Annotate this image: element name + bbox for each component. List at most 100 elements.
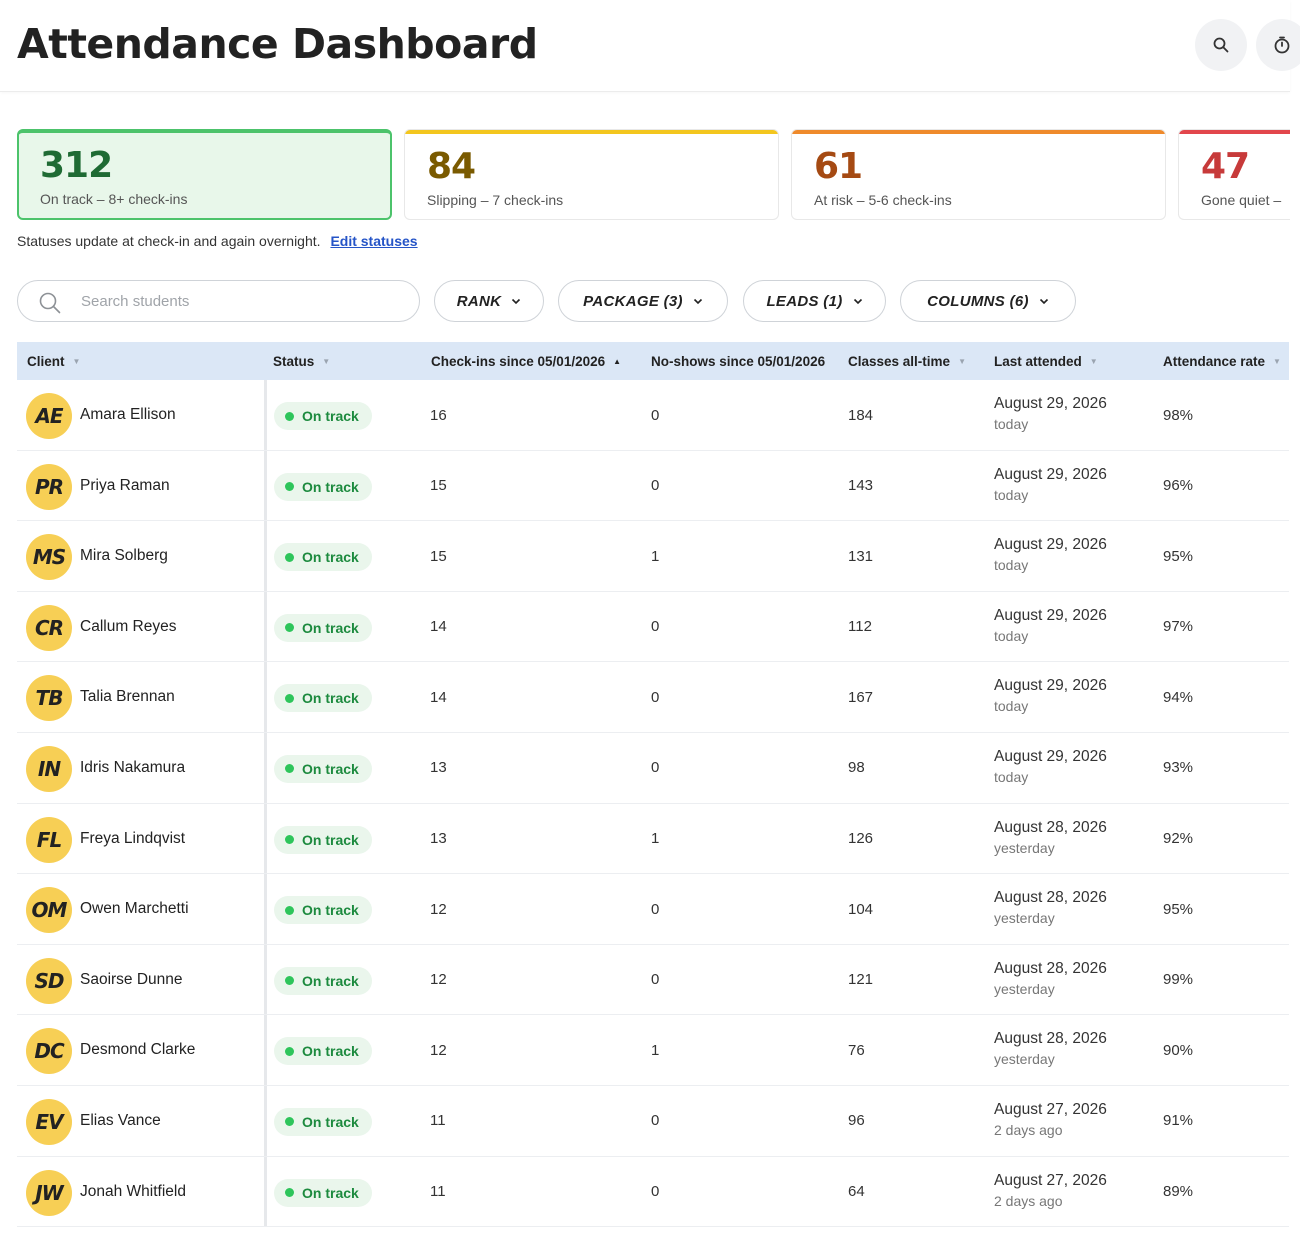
table-row[interactable]: EV Elias Vance On track 11 0 96 August 2… <box>17 1085 1289 1157</box>
table-row[interactable]: OM Owen Marchetti On track 12 0 104 Augu… <box>17 874 1289 945</box>
avatar[interactable]: OM <box>26 887 72 934</box>
client-name[interactable]: Desmond Clarke <box>80 1015 195 1085</box>
client-name[interactable]: Talia Brennan <box>80 662 175 732</box>
column-header-status[interactable]: Status ▼ <box>273 342 330 380</box>
rank-filter[interactable]: RANK <box>434 280 544 322</box>
last-attended: August 27, 2026 2 days ago <box>994 1171 1107 1211</box>
last-attended: August 27, 2026 2 days ago <box>994 1100 1107 1140</box>
last-attended-relative: 2 days ago <box>994 1121 1063 1138</box>
avatar[interactable]: JW <box>26 1169 72 1216</box>
column-header-last-attended[interactable]: Last attended ▼ <box>994 342 1098 380</box>
column-header-attendance-rate[interactable]: Attendance rate ▼ <box>1163 342 1281 380</box>
client-name[interactable]: Saoirse Dunne <box>80 945 183 1015</box>
column-header-checkins[interactable]: Check-ins since 05/01/2026 ▲ <box>431 342 621 380</box>
client-name[interactable]: Elias Vance <box>80 1086 161 1156</box>
table-row[interactable]: DC Desmond Clarke On track 12 1 76 Augus… <box>17 1015 1289 1086</box>
client-name[interactable]: Owen Marchetti <box>80 874 189 944</box>
checkins-value: 12 <box>430 900 447 918</box>
status-badge: On track <box>274 613 372 642</box>
search-icon <box>1213 37 1229 53</box>
search-input[interactable]: Search students <box>17 280 420 322</box>
chevron-down-icon <box>693 298 702 304</box>
avatar[interactable]: DC <box>26 1028 72 1075</box>
noshows-value: 0 <box>651 759 660 777</box>
table-row[interactable]: MS Mira Solberg On track 15 1 131 August… <box>17 521 1289 592</box>
timer-icon <box>1274 36 1290 54</box>
status-text: On track <box>302 1043 359 1060</box>
table-row[interactable]: JW Jonah Whitfield On track 11 0 64 Augu… <box>17 1156 1289 1228</box>
column-header-client[interactable]: Client ▼ <box>27 342 80 380</box>
avatar[interactable]: AE <box>26 393 72 439</box>
sort-icon: ▼ <box>958 356 966 366</box>
package-filter[interactable]: PACKAGE (3) <box>558 280 728 322</box>
status-dot-icon <box>285 976 294 986</box>
summary-card-gone-quiet[interactable]: 47 Gone quiet – <box>1178 129 1290 220</box>
attendance-rate-value: 95% <box>1163 547 1194 565</box>
classes-value: 104 <box>848 900 874 918</box>
chevron-down-icon <box>1039 298 1048 304</box>
last-attended: August 29, 2026 today <box>994 606 1107 646</box>
client-name[interactable]: Freya Lindqvist <box>80 804 185 874</box>
client-name[interactable]: Mira Solberg <box>80 521 168 591</box>
client-name[interactable]: Amara Ellison <box>80 380 176 450</box>
avatar[interactable]: SD <box>26 957 72 1004</box>
sort-icon: ▼ <box>1089 356 1098 366</box>
attendance-rate-value: 96% <box>1163 477 1194 495</box>
status-text: On track <box>302 619 359 636</box>
columns-filter[interactable]: COLUMNS (6) <box>900 280 1076 322</box>
timer-button[interactable] <box>1256 19 1300 71</box>
leads-filter[interactable]: LEADS (1) <box>743 280 886 322</box>
filter-label: LEADS (1) <box>766 292 843 310</box>
client-name[interactable]: Jonah Whitfield <box>80 1157 186 1227</box>
avatar[interactable]: EV <box>26 1098 72 1145</box>
table-row[interactable]: IN Idris Nakamura On track 13 0 98 Augus… <box>17 732 1289 804</box>
table-row[interactable]: PR Priya Raman On track 15 0 143 August … <box>17 450 1289 522</box>
classes-value: 64 <box>848 1183 865 1201</box>
noshows-value: 0 <box>651 406 660 424</box>
last-attended-date: August 28, 2026 <box>994 889 1107 907</box>
status-badge: On track <box>274 825 372 854</box>
edit-statuses-link[interactable]: Edit statuses <box>330 233 417 249</box>
table-row[interactable]: FL Freya Lindqvist On track 13 1 126 Aug… <box>17 803 1289 875</box>
last-attended: August 29, 2026 today <box>994 676 1107 716</box>
classes-value: 167 <box>848 688 874 706</box>
search-button[interactable] <box>1195 19 1247 71</box>
status-dot-icon <box>285 835 294 845</box>
summary-card-at-risk[interactable]: 61 At risk – 5-6 check-ins <box>791 129 1166 220</box>
table-row[interactable]: SD Saoirse Dunne On track 12 0 121 Augus… <box>17 944 1289 1016</box>
client-name[interactable]: Callum Reyes <box>80 592 176 662</box>
avatar[interactable]: FL <box>26 816 72 863</box>
table-row[interactable]: TB Talia Brennan On track 14 0 167 Augus… <box>17 662 1289 733</box>
avatar[interactable]: IN <box>26 745 72 792</box>
noshows-value: 0 <box>651 688 660 706</box>
card-label: On track – 8+ check-ins <box>40 191 188 207</box>
last-attended-relative: yesterday <box>994 1051 1055 1068</box>
summary-card-on-track[interactable]: 312 On track – 8+ check-ins <box>17 129 392 220</box>
table-row[interactable]: CR Callum Reyes On track 14 0 112 August… <box>17 591 1289 663</box>
classes-value: 76 <box>848 1041 865 1059</box>
client-name[interactable]: Idris Nakamura <box>80 733 185 803</box>
page-header: Attendance Dashboard <box>0 0 1300 92</box>
column-divider <box>264 450 267 521</box>
card-value: 61 <box>814 146 863 187</box>
last-attended-relative: 2 days ago <box>994 1192 1063 1209</box>
column-divider <box>264 380 267 450</box>
client-name[interactable]: Priya Raman <box>80 451 170 521</box>
avatar[interactable]: PR <box>26 463 72 510</box>
column-divider <box>264 732 267 803</box>
table-row[interactable]: AE Amara Ellison On track 16 0 184 Augus… <box>17 380 1289 451</box>
noshows-value: 0 <box>651 477 660 495</box>
avatar[interactable]: TB <box>26 675 72 722</box>
search-placeholder: Search students <box>81 293 190 310</box>
column-header-classes[interactable]: Classes all-time ▼ <box>848 342 966 380</box>
summary-card-slipping[interactable]: 84 Slipping – 7 check-ins <box>404 129 779 220</box>
search-icon <box>39 292 61 314</box>
last-attended-relative: today <box>994 486 1029 503</box>
column-divider <box>264 521 267 591</box>
avatar[interactable]: MS <box>26 534 72 581</box>
column-header-noshows[interactable]: No-shows since 05/01/2026 <box>651 342 825 380</box>
avatar[interactable]: CR <box>26 604 72 651</box>
checkins-value: 12 <box>430 971 447 989</box>
classes-value: 96 <box>848 1112 865 1130</box>
attendance-rate-value: 97% <box>1163 618 1194 636</box>
